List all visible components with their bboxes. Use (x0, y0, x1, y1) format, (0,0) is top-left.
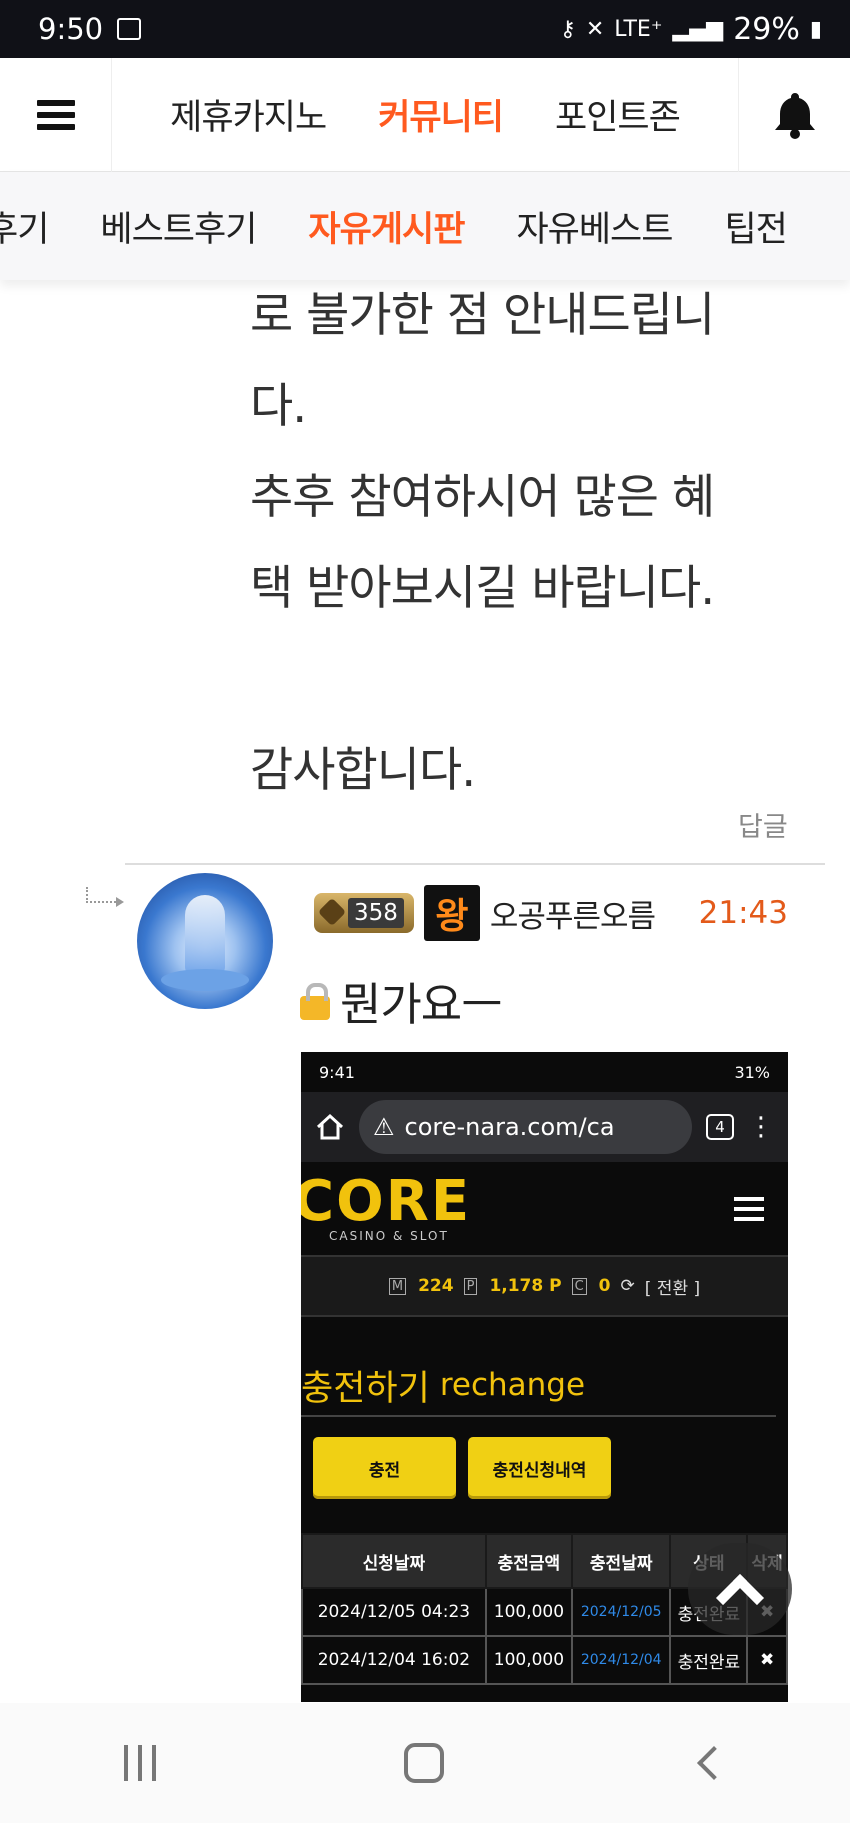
battery-percent: 29% (733, 11, 800, 47)
gallery-icon (117, 18, 142, 40)
nav-item-partner-casino[interactable]: 제휴카지노 (170, 89, 327, 140)
comment-header: 358 왕 오공푸른오름 21:43 (314, 884, 788, 942)
post-line: 로 불가한 점 안내드립니 (250, 288, 715, 343)
lock-icon (300, 982, 330, 1020)
embedded-points: M 224 P 1,178 P C0 ⟳ [ 전환 ] (301, 1257, 788, 1317)
key-icon: ⚷ (559, 16, 576, 42)
embedded-hamburger-icon (734, 1196, 764, 1221)
subnav-item-free-board[interactable]: 자유게시판 (308, 201, 465, 252)
screen: 9:50 ⚷ ✕ LTE⁺ ▂▄▆ 29% ▮ 제휴카지노 커뮤니티 포인트존 … (0, 0, 850, 1823)
post-line: 다. (250, 379, 307, 434)
embedded-battery: 31% (734, 1062, 770, 1082)
home-icon (316, 1113, 344, 1140)
table-header: 신청날짜 (301, 1533, 487, 1589)
status-bar: 9:50 ⚷ ✕ LTE⁺ ▂▄▆ 29% ▮ (0, 0, 850, 58)
nav-item-point-zone[interactable]: 포인트존 (555, 89, 681, 140)
hamburger-icon (36, 99, 75, 130)
divider (125, 863, 825, 865)
charge-button: 충전 (313, 1437, 456, 1499)
menu-button[interactable] (0, 57, 112, 172)
system-nav-bar (0, 1703, 850, 1823)
username[interactable]: 오공푸른오름 (490, 891, 656, 936)
battery-icon: ▮ (809, 16, 822, 42)
reply-arrow-icon (86, 887, 124, 907)
network-label: LTE⁺ (614, 16, 663, 42)
table-header: 충전날짜 (570, 1533, 672, 1589)
warning-icon: ⚠ (373, 1113, 395, 1141)
embedded-title: 충전하기 rechange (301, 1355, 776, 1417)
embedded-time: 9:41 (319, 1062, 355, 1082)
comment-text-row: 뭔가요ㅡ (300, 968, 503, 1033)
back-button[interactable] (697, 1746, 731, 1780)
post-line: 추후 참여하시어 많은 혜 (250, 470, 715, 525)
status-time: 9:50 (38, 12, 104, 46)
table-header: 충전금액 (484, 1533, 573, 1589)
charge-history-button: 충전신청내역 (468, 1437, 611, 1499)
level-badge: 358 (314, 893, 414, 933)
notification-button[interactable] (738, 57, 850, 172)
rank-badge: 왕 (423, 885, 480, 941)
subnav-item-tips[interactable]: 팁전 (724, 201, 787, 252)
home-button[interactable] (404, 1743, 444, 1783)
embedded-url-bar: ⚠ core-nara.com/ca 4 ⋮ (301, 1092, 788, 1162)
comment-text: 뭔가요ㅡ (340, 978, 503, 1031)
subnav-item-review[interactable]: 후기 (0, 201, 49, 252)
signal-icon: ▂▄▆ (672, 16, 724, 42)
post-body: 로 불가한 점 안내드립니 다. 추후 참여하시어 많은 혜 택 받아보시길 바… (250, 270, 810, 816)
top-navigation: 제휴카지노 커뮤니티 포인트존 (0, 57, 850, 172)
core-logo: CORE (301, 1168, 472, 1234)
embedded-status-bar: 9:41 31% (301, 1052, 788, 1092)
refresh-icon: ⟳ (620, 1276, 635, 1296)
recent-apps-button[interactable] (124, 1745, 156, 1781)
more-icon: ⋮ (748, 1112, 774, 1142)
nav-item-community[interactable]: 커뮤니티 (378, 89, 504, 140)
tab-count-icon: 4 (706, 1114, 734, 1140)
post-line: 택 받아보시길 바랍니다. (250, 561, 715, 616)
bell-icon (774, 92, 815, 139)
chevron-up-icon (715, 1573, 765, 1623)
comment-time: 21:43 (698, 895, 788, 931)
reply-button[interactable]: 답글 (738, 805, 788, 844)
avatar[interactable] (137, 873, 273, 1009)
embedded-url: ⚠ core-nara.com/ca (359, 1100, 692, 1154)
scroll-to-top-button[interactable] (688, 1543, 792, 1635)
subnav-item-free-best[interactable]: 자유베스트 (516, 201, 673, 252)
embedded-buttons: 충전 충전신청내역 (301, 1417, 788, 1519)
sub-navigation: 후기 베스트후기 자유게시판 자유베스트 팁전 (0, 172, 850, 280)
table-row: 2024/12/04 16:02 100,000 2024/12/04 충전완료… (301, 1635, 788, 1685)
mute-icon: ✕ (585, 16, 605, 42)
post-thanks: 감사합니다. (250, 743, 476, 798)
main-nav: 제휴카지노 커뮤니티 포인트존 (112, 89, 738, 140)
subnav-item-best-review[interactable]: 베스트후기 (100, 201, 257, 252)
embedded-header: CORE CASINO & SLOT (301, 1162, 788, 1257)
